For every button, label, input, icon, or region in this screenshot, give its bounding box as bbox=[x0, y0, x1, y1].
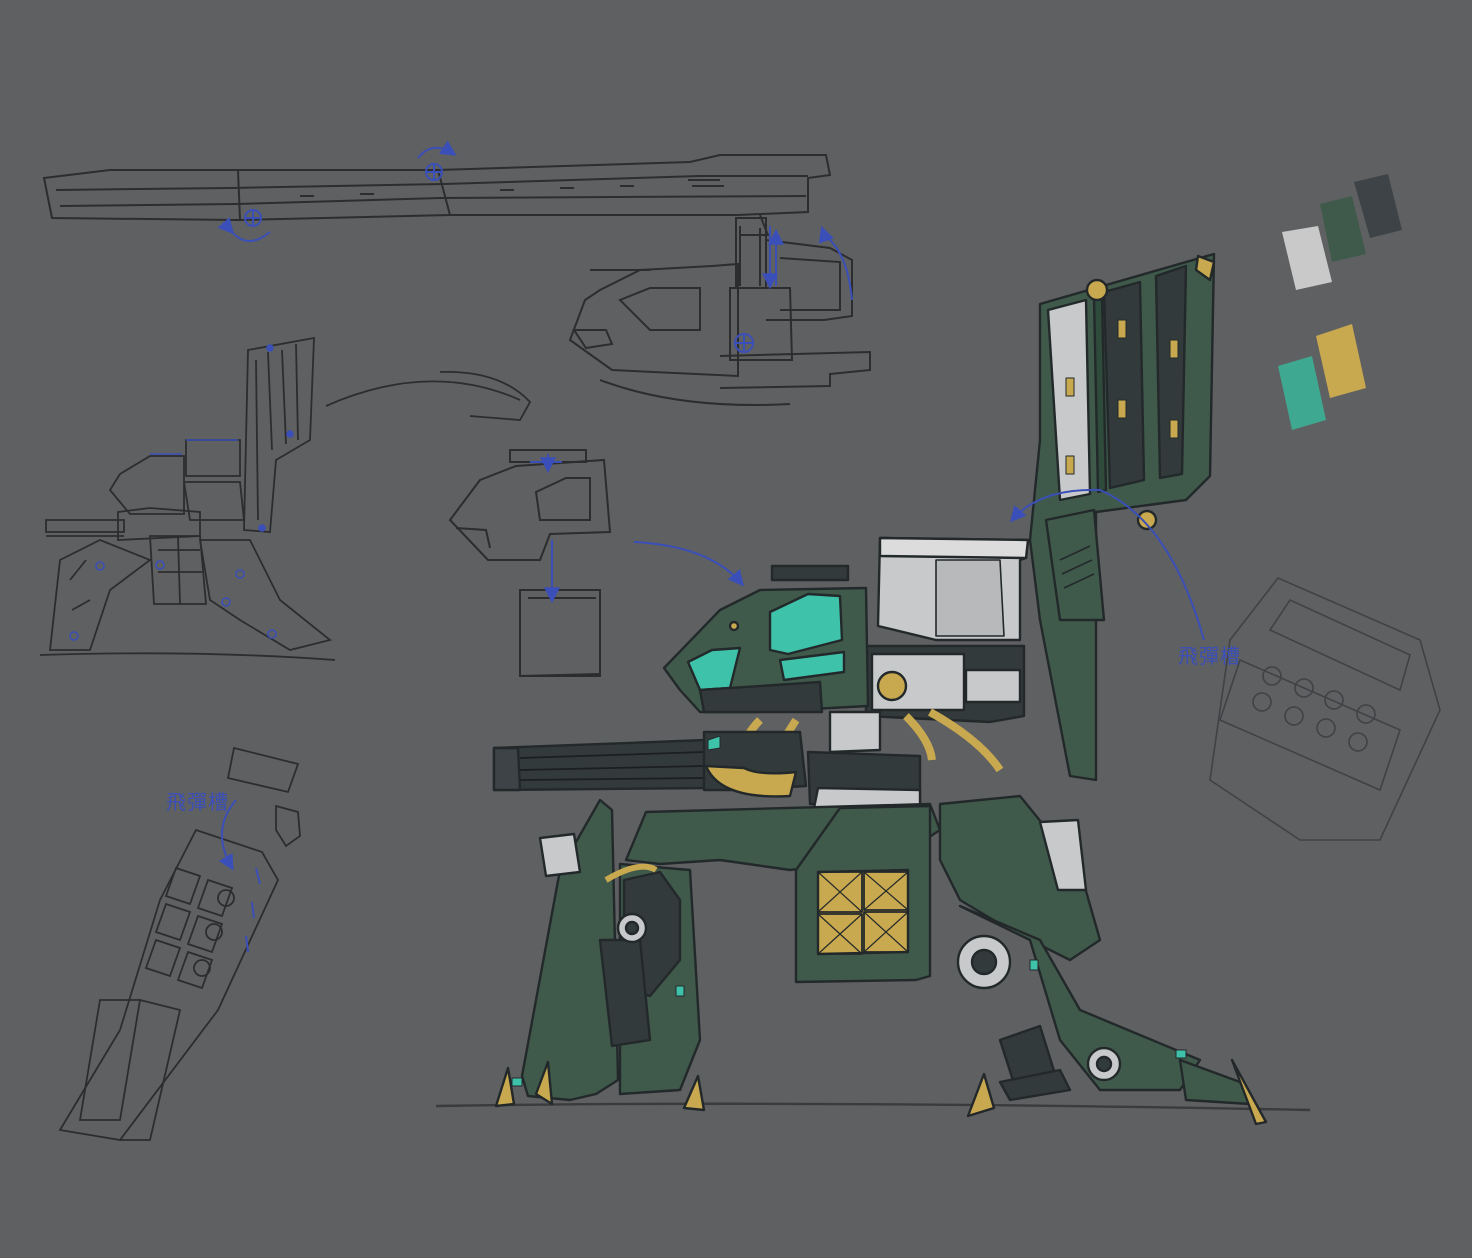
missile-rack-guides bbox=[218, 799, 261, 953]
swatch-dark-green bbox=[1320, 196, 1366, 262]
missile-rack-label-right: 飛彈槽 bbox=[1178, 644, 1241, 668]
grey-sensor-box bbox=[864, 536, 1030, 724]
concept-art-canvas: 飛彈槽 飛彈槽 bbox=[0, 0, 1472, 1258]
barrel-pivot-guides bbox=[217, 140, 457, 242]
gatling-gun bbox=[492, 730, 808, 798]
head-sketch-guides bbox=[530, 454, 562, 604]
missile-rack-backpack bbox=[1028, 252, 1216, 782]
swatch-light-grey bbox=[1282, 226, 1332, 290]
side-view-sketch bbox=[39, 336, 532, 661]
color-palette bbox=[1278, 174, 1402, 430]
head bbox=[662, 564, 870, 714]
side-view-guides bbox=[69, 344, 294, 641]
ground-line bbox=[435, 1102, 1311, 1112]
sketch-sheet bbox=[39, 140, 1441, 1141]
main-robot bbox=[435, 252, 1311, 1126]
barrel-sketch bbox=[42, 154, 832, 236]
rear-leg bbox=[938, 794, 1268, 1126]
head-mount-guides bbox=[734, 225, 853, 353]
missile-pod-sketch bbox=[1209, 577, 1441, 841]
head-mount-sketch bbox=[568, 217, 871, 406]
swatch-mustard bbox=[1316, 324, 1366, 398]
swatch-charcoal bbox=[1354, 174, 1402, 238]
swatch-teal bbox=[1278, 356, 1326, 430]
head-sketch bbox=[448, 449, 612, 677]
missile-rack-label-left: 飛彈槽 bbox=[166, 790, 229, 814]
